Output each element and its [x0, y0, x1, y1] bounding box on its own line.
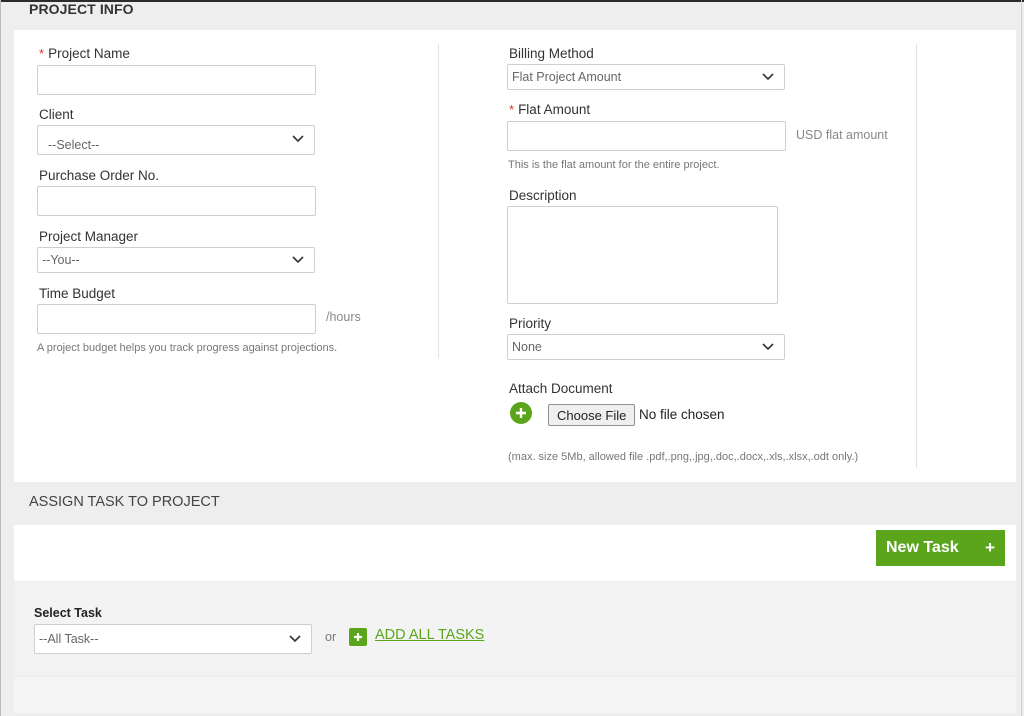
- project-name-input[interactable]: [37, 65, 316, 95]
- chevron-down-icon: [289, 635, 301, 643]
- choose-file-button[interactable]: Choose File: [548, 404, 636, 426]
- select-task-select-value: --All Task--: [39, 632, 99, 646]
- new-task-button[interactable]: New Task +: [876, 530, 1005, 566]
- description-label: Description: [509, 188, 577, 203]
- chevron-down-icon: [762, 343, 774, 351]
- client-select-value: --Select--: [48, 138, 100, 152]
- priority-select-value: None: [512, 340, 542, 354]
- plus-icon: +: [985, 538, 995, 557]
- file-status-text: No file chosen: [639, 407, 725, 422]
- flat-amount-hint: This is the flat amount for the entire p…: [508, 159, 720, 171]
- right-border: [1021, 0, 1022, 716]
- flat-amount-label: * Flat Amount: [509, 102, 590, 117]
- attach-document-label: Attach Document: [509, 381, 613, 396]
- column-divider-left: [438, 44, 439, 358]
- assign-task-heading: ASSIGN TASK TO PROJECT: [29, 494, 220, 510]
- or-text: or: [325, 630, 337, 644]
- new-task-label: New Task: [886, 539, 959, 556]
- purchase-order-input[interactable]: [37, 186, 316, 216]
- time-budget-hint: A project budget helps you track progres…: [37, 342, 338, 354]
- required-marker: *: [39, 46, 45, 61]
- attach-document-hint: (max. size 5Mb, allowed file .pdf,.png,.…: [508, 451, 859, 463]
- assign-task-toolbar: [14, 525, 1016, 581]
- billing-method-label: Billing Method: [509, 46, 594, 61]
- top-border: [0, 0, 1024, 2]
- project-manager-select[interactable]: --You--: [37, 247, 315, 273]
- plus-circle-icon[interactable]: [510, 402, 532, 424]
- priority-label: Priority: [509, 316, 552, 331]
- flat-amount-label-text: Flat Amount: [518, 102, 591, 117]
- client-select[interactable]: --Select--: [37, 125, 315, 155]
- footer-panel: [14, 677, 1016, 713]
- required-marker: *: [509, 102, 515, 117]
- flat-amount-input[interactable]: [507, 121, 786, 151]
- time-budget-label: Time Budget: [39, 286, 116, 301]
- project-manager-select-value: --You--: [42, 253, 80, 267]
- plus-square-icon[interactable]: [349, 628, 367, 646]
- left-border: [0, 0, 1, 716]
- project-manager-label: Project Manager: [39, 229, 139, 244]
- flat-amount-suffix: USD flat amount: [796, 128, 888, 142]
- client-label: Client: [39, 107, 74, 122]
- select-task-label: Select Task: [34, 606, 102, 620]
- chevron-down-icon: [292, 256, 304, 264]
- chevron-down-icon: [292, 135, 304, 143]
- project-name-label-text: Project Name: [48, 46, 130, 61]
- priority-select[interactable]: None: [507, 334, 785, 360]
- description-textarea[interactable]: [507, 206, 778, 304]
- plus-icon: [354, 633, 362, 641]
- chevron-down-icon: [762, 73, 774, 81]
- column-divider-right: [916, 44, 917, 468]
- time-budget-input[interactable]: [37, 304, 316, 334]
- billing-method-select-value: Flat Project Amount: [512, 70, 622, 84]
- purchase-order-label: Purchase Order No.: [39, 168, 160, 183]
- billing-method-select[interactable]: Flat Project Amount: [507, 64, 785, 90]
- time-budget-suffix: /hours: [326, 310, 361, 324]
- project-info-heading: PROJECT INFO: [29, 1, 134, 17]
- project-name-label: * Project Name: [39, 46, 130, 61]
- add-all-tasks-link[interactable]: ADD ALL TASKS: [375, 627, 484, 643]
- plus-icon: [516, 408, 526, 418]
- select-task-select[interactable]: --All Task--: [34, 624, 312, 654]
